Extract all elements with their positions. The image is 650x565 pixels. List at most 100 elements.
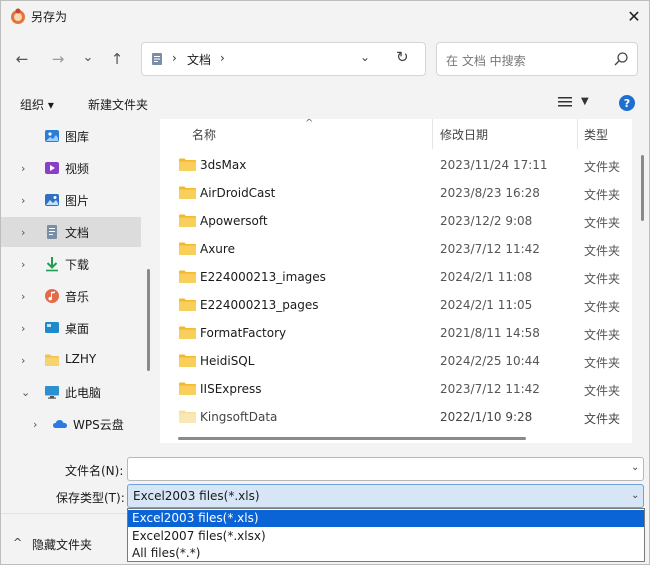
chevron-right-icon[interactable]: › [21, 290, 25, 303]
sidebar-item-lzhy[interactable]: › LZHY [1, 345, 141, 375]
file-row[interactable]: IISExpress 2023/7/12 11:42 文件夹 [160, 375, 632, 403]
file-row[interactable]: FormatFactory 2021/8/11 14:58 文件夹 [160, 319, 632, 347]
close-button[interactable]: ✕ [619, 3, 649, 29]
column-header-type[interactable]: 类型 [584, 126, 608, 143]
sidebar-item-pictures[interactable]: › 图片 [1, 185, 141, 215]
sidebar-item-downloads[interactable]: › 下载 [1, 249, 141, 279]
file-name: HeidiSQL [200, 354, 255, 368]
search-icon[interactable] [613, 51, 629, 67]
file-name: KingsoftData [200, 410, 278, 424]
file-list: ^ 名称 修改日期 类型 3dsMax 2023/11/24 17:11 文件夹… [160, 119, 632, 443]
filetype-option-xlsx[interactable]: Excel2007 files(*.xlsx) [128, 528, 644, 545]
file-date: 2024/2/1 11:08 [440, 270, 533, 284]
chevron-right-icon[interactable]: › [33, 418, 37, 431]
new-folder-button[interactable]: 新建文件夹 [88, 96, 148, 113]
chevron-right-icon[interactable]: › [21, 354, 25, 367]
file-row[interactable]: HeidiSQL 2024/2/25 10:44 文件夹 [160, 347, 632, 375]
vertical-scrollbar[interactable] [641, 155, 644, 221]
sidebar-item-label: 音乐 [65, 290, 90, 304]
column-divider[interactable] [432, 119, 433, 149]
desktop-icon [45, 322, 59, 333]
folder-icon [45, 354, 59, 366]
download-icon [46, 257, 58, 272]
file-type: 文件夹 [584, 216, 621, 230]
file-row[interactable]: E224000213_pages 2024/2/1 11:05 文件夹 [160, 291, 632, 319]
address-bar[interactable]: › 文档 › ⌄ ↻ [141, 42, 426, 76]
file-name: E224000213_images [200, 270, 326, 284]
folder-icon [179, 382, 196, 395]
chevron-right-icon[interactable]: › [21, 322, 25, 335]
view-list-icon[interactable] [558, 96, 572, 108]
help-icon[interactable]: ? [619, 95, 635, 111]
filetype-option-xls[interactable]: Excel2003 files(*.xls) [128, 510, 644, 527]
breadcrumb-separator[interactable]: › [220, 51, 225, 65]
chevron-right-icon[interactable]: › [21, 162, 25, 175]
save-as-dialog: 另存为 ✕ ← → ⌄ ↑ › 文档 › ⌄ ↻ 在 文档 中搜索 组织 ▾ 新… [0, 0, 650, 565]
horizontal-scrollbar[interactable] [178, 437, 526, 440]
back-button[interactable]: ← [11, 48, 33, 70]
chevron-right-icon[interactable]: › [21, 226, 25, 239]
refresh-icon[interactable]: ↻ [396, 48, 409, 66]
file-row[interactable]: KingsoftData 2022/1/10 9:28 文件夹 [160, 403, 632, 431]
filetype-options-list: Excel2003 files(*.xls) Excel2007 files(*… [127, 508, 645, 562]
search-input[interactable]: 在 文档 中搜索 [436, 42, 638, 76]
sidebar-item-label: 文档 [65, 226, 90, 240]
filename-dropdown-icon[interactable]: ⌄ [631, 462, 639, 473]
forward-button[interactable]: → [47, 48, 69, 70]
file-type: 文件夹 [584, 384, 621, 398]
document-icon [152, 53, 162, 65]
pictures-icon [45, 194, 59, 206]
sidebar-item-this-pc[interactable]: ⌄ 此电脑 [1, 377, 141, 407]
chevron-down-icon[interactable]: ⌄ [631, 490, 639, 501]
breadcrumb-documents[interactable]: 文档 [187, 51, 211, 68]
sidebar-item-wps-cloud[interactable]: › WPS云盘 [1, 409, 141, 439]
hide-folders-button[interactable]: 隐藏文件夹 [32, 536, 92, 553]
chevron-up-icon[interactable]: ^ [13, 536, 22, 549]
filename-input[interactable] [127, 457, 644, 481]
sidebar-item-documents[interactable]: › 文档 [1, 217, 141, 247]
file-row[interactable]: 3dsMax 2023/11/24 17:11 文件夹 [160, 151, 632, 179]
file-row[interactable]: AirDroidCast 2023/8/23 16:28 文件夹 [160, 179, 632, 207]
column-divider[interactable] [577, 119, 578, 149]
chevron-down-icon[interactable]: ⌄ [21, 386, 30, 399]
filetype-select[interactable]: Excel2003 files(*.xls) ⌄ [127, 484, 644, 508]
file-row[interactable]: Axure 2023/7/12 11:42 文件夹 [160, 235, 632, 263]
chevron-right-icon[interactable]: › [21, 258, 25, 271]
back-arrow-icon: ← [15, 50, 29, 68]
filetype-option-all[interactable]: All files(*.*) [128, 545, 644, 562]
sidebar-scrollbar[interactable] [147, 269, 150, 371]
sidebar-item-videos[interactable]: › 视频 [1, 153, 141, 183]
sidebar-item-desktop[interactable]: › 桌面 [1, 313, 141, 343]
sidebar-item-gallery[interactable]: 图库 [1, 121, 141, 151]
file-name: Axure [200, 242, 235, 256]
file-date: 2023/12/2 9:08 [440, 214, 533, 228]
file-row[interactable]: Apowersoft 2023/12/2 9:08 文件夹 [160, 207, 632, 235]
chevron-right-icon[interactable]: › [21, 194, 25, 207]
column-header-date[interactable]: 修改日期 [440, 126, 488, 143]
cloud-icon [53, 420, 67, 428]
music-icon [45, 289, 59, 303]
sidebar-item-music[interactable]: › 音乐 [1, 281, 141, 311]
column-header-name[interactable]: 名称 [192, 126, 216, 143]
file-type: 文件夹 [584, 412, 621, 426]
recent-locations-button[interactable]: ⌄ [77, 46, 99, 68]
sort-ascending-icon: ^ [305, 119, 314, 129]
file-date: 2023/7/12 11:42 [440, 242, 540, 256]
address-dropdown-icon[interactable]: ⌄ [360, 50, 370, 64]
up-button[interactable]: ↑ [106, 48, 128, 70]
file-date: 2021/8/11 14:58 [440, 326, 540, 340]
file-name: 3dsMax [200, 158, 247, 172]
sidebar-item-label: 此电脑 [65, 386, 102, 400]
folder-icon [179, 326, 196, 339]
file-type: 文件夹 [584, 328, 621, 342]
file-name: E224000213_pages [200, 298, 319, 312]
file-date: 2022/1/10 9:28 [440, 410, 533, 424]
file-type: 文件夹 [584, 188, 621, 202]
sidebar-item-label: 视频 [65, 162, 90, 176]
file-row[interactable]: E224000213_images 2024/2/1 11:08 文件夹 [160, 263, 632, 291]
organize-menu[interactable]: 组织 ▾ [20, 96, 54, 113]
folder-icon [179, 186, 196, 199]
sidebar-item-label: LZHY [65, 352, 97, 366]
view-dropdown-icon[interactable]: ▼ [581, 96, 589, 107]
file-type: 文件夹 [584, 356, 621, 370]
